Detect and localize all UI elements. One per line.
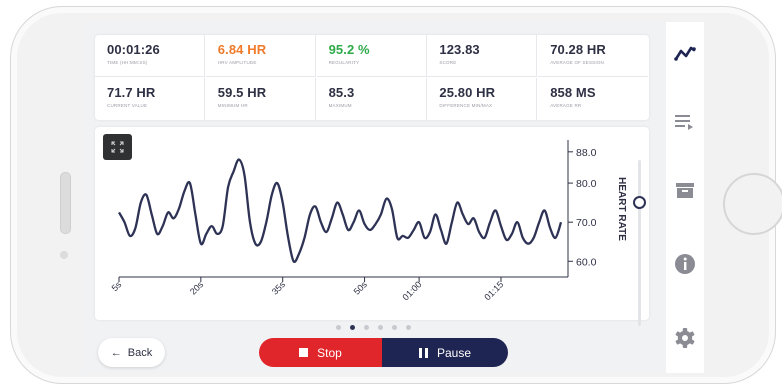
stat-value: 123.83: [439, 42, 480, 57]
stats-grid: 00:01:26 TIME (HH:MM:SS) 6.84 HR HRV AMPLIT…: [95, 35, 649, 120]
stat-cell: 59.5 HR MINIMUM HR: [206, 77, 316, 120]
stat-value: 25.80 HR: [439, 84, 496, 100]
page-dot[interactable]: [392, 325, 397, 330]
stat-value: 85.3: [328, 84, 355, 100]
gear-icon[interactable]: [673, 326, 697, 350]
pause-button[interactable]: Pause: [382, 338, 508, 367]
pagination-dots: [336, 325, 411, 331]
app-screen: 00:01:26 TIME (HH:MM:SS) 6.84 HR HRV AMPLIT…: [83, 22, 704, 373]
stat-cell: 6.84 HR HRV AMPLITUDE: [205, 35, 316, 77]
info-icon[interactable]: [673, 252, 697, 276]
stat-label: HRV AMPLITUDE: [217, 60, 257, 65]
x-tick-label: 20s: [188, 279, 206, 297]
heart-rate-chart: 88.0 80.0 70.0 60.0 5s 20s 35s 50s 01:00 01:15 HEA…: [110, 140, 627, 302]
stop-icon: [299, 348, 309, 357]
stop-label: Stop: [317, 345, 342, 360]
page-dot[interactable]: [406, 325, 411, 330]
stat-cell: 00:01:26 TIME (HH:MM:SS): [95, 35, 205, 77]
stat-label: DIFFERENCE MIN/MAX: [439, 102, 493, 108]
stat-label: MINIMUM HR: [217, 102, 248, 108]
x-tick-label: 50s: [352, 279, 370, 297]
phone-home-button[interactable]: [723, 173, 782, 235]
stat-value: 71.7 HR: [107, 84, 156, 100]
page-dot[interactable]: [350, 325, 355, 330]
pause-label: Pause: [436, 345, 472, 360]
stat-cell: 71.7 HR CURRENT VALUE: [95, 77, 205, 120]
x-tick-label: 35s: [270, 279, 288, 297]
phone-camera: [60, 251, 68, 259]
phone-speaker: [60, 172, 71, 234]
stat-label: TIME (HH:MM:SS): [107, 60, 148, 65]
stat-value: 00:01:26: [107, 42, 160, 57]
y-tick-label: 70.0: [576, 217, 597, 229]
x-tick-label: 01:15: [482, 279, 505, 302]
back-label: Back: [127, 346, 153, 359]
chart-card: 88.0 80.0 70.0 60.0 5s 20s 35s 50s 01:00 01:15 HEA…: [95, 127, 649, 320]
page-dot[interactable]: [364, 325, 369, 330]
stat-label: AVERAGE OF SESSION: [550, 60, 604, 65]
stat-cell: 85.3 MAXIMUM: [317, 77, 427, 120]
playlist-icon[interactable]: [673, 110, 697, 134]
stat-label: REGULARITY: [328, 60, 360, 65]
heart-rate-series-line: [117, 158, 563, 264]
arrow-left-icon: ←: [110, 346, 122, 359]
chart-scroll-handle[interactable]: [633, 196, 646, 209]
stat-label: CURRENT VALUE: [107, 102, 148, 108]
x-tick-label: 01:00: [401, 279, 424, 302]
chart-line-icon[interactable]: [673, 41, 697, 65]
page-dot[interactable]: [336, 325, 341, 330]
pause-icon: [418, 347, 428, 358]
stat-label: MAXIMUM: [328, 102, 352, 108]
archive-icon[interactable]: [673, 178, 697, 202]
y-tick-label: 80.0: [576, 178, 597, 190]
y-tick-label: 60.0: [576, 256, 597, 268]
stat-value: 6.84 HR: [217, 42, 267, 57]
y-tick-label: 88.0: [576, 147, 597, 159]
stop-button[interactable]: Stop: [259, 338, 382, 367]
stat-cell: 70.28 HR AVERAGE OF SESSION: [538, 35, 649, 77]
stat-value: 858 MS: [550, 84, 596, 100]
stat-value: 95.2 %: [328, 42, 370, 57]
page-dot[interactable]: [378, 325, 383, 330]
stat-cell: 123.83 SCORE: [427, 35, 538, 77]
stat-cell: 95.2 % REGULARITY: [316, 35, 427, 77]
stat-value: 70.28 HR: [550, 42, 606, 57]
stat-cell: 858 MS AVERAGE RR: [538, 78, 648, 120]
chart-scroll-track: [638, 160, 641, 326]
y-axis-title: HEART RATE: [616, 177, 627, 241]
stat-label: SCORE: [439, 60, 457, 65]
back-button[interactable]: ← Back: [98, 338, 165, 367]
x-tick-label: 5s: [110, 279, 124, 293]
stat-label: AVERAGE RR: [550, 102, 582, 108]
right-sidebar: [666, 22, 704, 373]
stat-value: 59.5 HR: [217, 84, 267, 100]
stat-cell: 25.80 HR DIFFERENCE MIN/MAX: [427, 77, 538, 120]
